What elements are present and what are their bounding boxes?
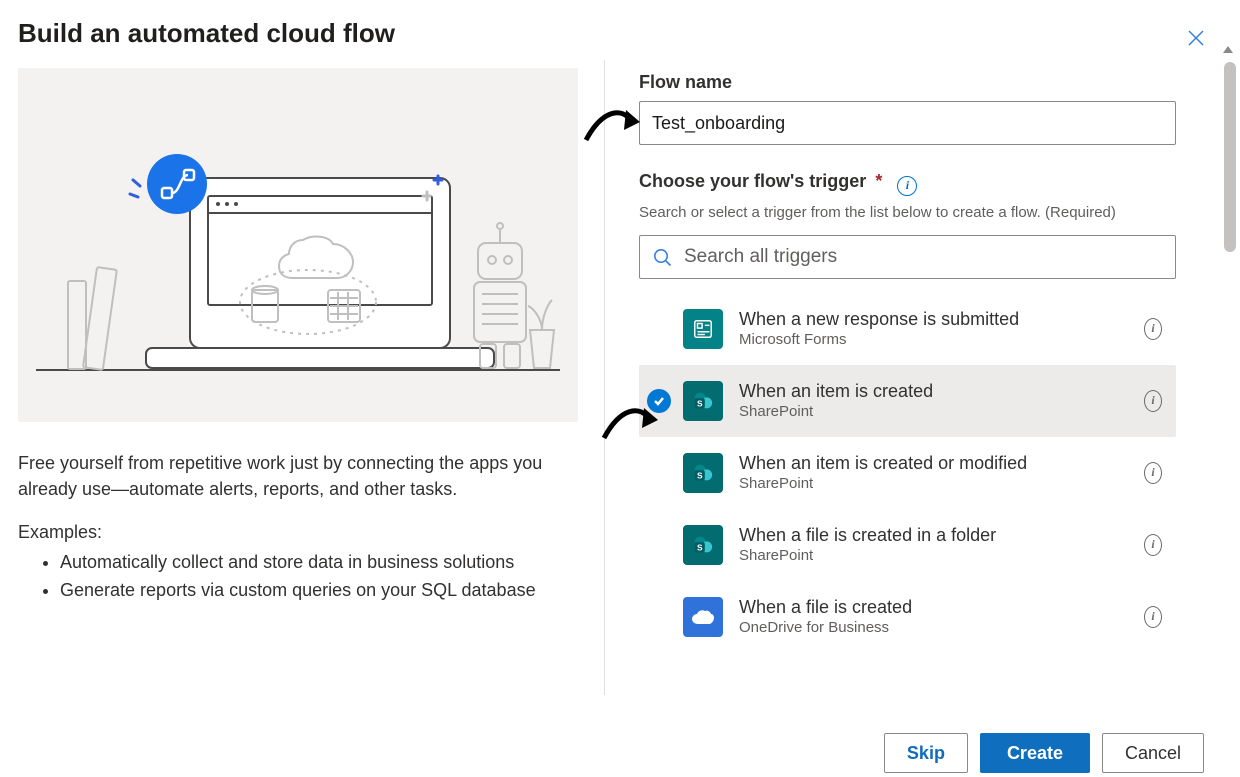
modal-footer: Skip Create Cancel [884,733,1204,773]
create-button[interactable]: Create [980,733,1090,773]
trigger-info-button[interactable]: i [1134,318,1162,340]
trigger-text: When an item is createdSharePoint [739,381,1134,421]
trigger-info-button[interactable]: i [1134,462,1162,484]
trigger-label: Choose your flow's trigger * i [639,171,1204,196]
info-icon: i [1144,606,1162,628]
right-panel: Flow name Choose your flow's trigger * i… [605,60,1240,695]
build-flow-modal: Build an automated cloud flow [0,0,1240,777]
example-item: Automatically collect and store data in … [60,549,586,575]
trigger-text: When a file is created in a folderShareP… [739,525,1134,565]
search-icon [652,247,672,267]
info-icon: i [1144,318,1162,340]
trigger-text: When a new response is submittedMicrosof… [739,309,1134,349]
example-item: Generate reports via custom queries on y… [60,577,586,603]
info-icon[interactable]: i [897,176,917,196]
trigger-text: When a file is createdOneDrive for Busin… [739,597,1134,637]
svg-text:S: S [697,399,703,408]
trigger-label-text: Choose your flow's trigger [639,171,866,191]
info-icon: i [1144,390,1162,412]
info-icon: i [1144,462,1162,484]
required-mark: * [875,171,882,191]
trigger-title: When a file is created in a folder [739,525,1134,547]
scrollbar-up-icon[interactable] [1223,46,1233,53]
trigger-title: When a new response is submitted [739,309,1134,331]
close-button[interactable] [1180,22,1212,54]
trigger-item[interactable]: S When an item is createdSharePoint i [639,365,1176,437]
onedrive-icon [683,597,723,637]
flow-name-input[interactable] [639,101,1176,145]
svg-text:S: S [697,543,703,552]
trigger-radio[interactable] [647,389,671,413]
trigger-service: OneDrive for Business [739,619,1134,636]
modal-title: Build an automated cloud flow [18,18,395,49]
trigger-info-button[interactable]: i [1134,390,1162,412]
sharepoint-icon: S [683,525,723,565]
trigger-item[interactable]: When a new response is submittedMicrosof… [639,293,1176,365]
trigger-item[interactable]: S When a file is created in a folderShare… [639,509,1176,581]
trigger-helper-text: Search or select a trigger from the list… [639,204,1204,221]
left-panel: Free yourself from repetitive work just … [0,60,604,695]
trigger-service: SharePoint [739,547,1134,564]
scrollbar-thumb[interactable] [1224,62,1236,252]
trigger-search-input[interactable] [682,245,1163,269]
trigger-text: When an item is created or modifiedShare… [739,453,1134,493]
svg-text:S: S [697,471,703,480]
info-icon: i [1144,534,1162,556]
flow-name-label: Flow name [639,72,1204,93]
illustration [18,68,578,422]
lead-text: Free yourself from repetitive work just … [18,450,586,502]
forms-icon [683,309,723,349]
cancel-button[interactable]: Cancel [1102,733,1204,773]
trigger-service: SharePoint [739,475,1134,492]
trigger-service: Microsoft Forms [739,331,1134,348]
trigger-item[interactable]: S When an item is created or modifiedShar… [639,437,1176,509]
examples-heading: Examples: [18,522,586,543]
sharepoint-icon: S [683,453,723,493]
sharepoint-icon: S [683,381,723,421]
trigger-title: When an item is created or modified [739,453,1134,475]
trigger-info-button[interactable]: i [1134,606,1162,628]
skip-button[interactable]: Skip [884,733,968,773]
trigger-info-button[interactable]: i [1134,534,1162,556]
examples-list: Automatically collect and store data in … [18,549,586,603]
trigger-title: When a file is created [739,597,1134,619]
close-icon [1186,28,1206,48]
trigger-list: When a new response is submittedMicrosof… [639,293,1176,653]
trigger-item[interactable]: When a file is createdOneDrive for Busin… [639,581,1176,653]
trigger-title: When an item is created [739,381,1134,403]
trigger-service: SharePoint [739,403,1134,420]
modal-header: Build an automated cloud flow [0,0,1240,54]
trigger-search[interactable] [639,235,1176,279]
